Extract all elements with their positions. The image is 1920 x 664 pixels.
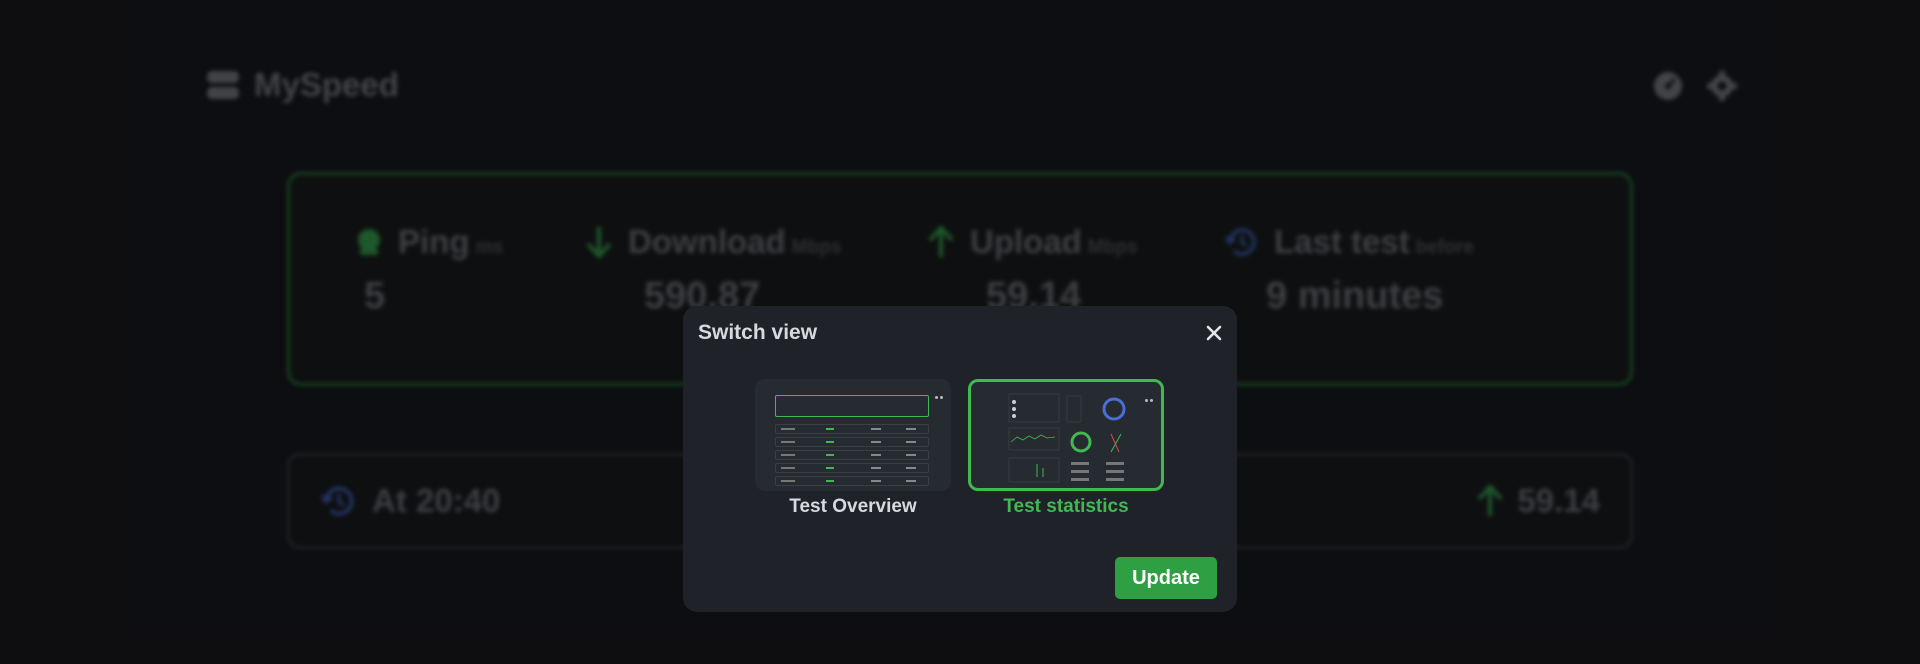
view-option-label: Test statistics bbox=[1003, 496, 1129, 517]
test-overview-thumbnail bbox=[755, 379, 951, 491]
test-statistics-thumbnail bbox=[968, 379, 1164, 491]
dialog-title: Switch view bbox=[698, 321, 818, 344]
switch-view-dialog: Switch view Test Overview Test statistic… bbox=[683, 306, 1237, 612]
close-icon[interactable] bbox=[1204, 323, 1224, 343]
view-option-label: Test Overview bbox=[789, 496, 917, 517]
view-option-test-overview[interactable]: Test Overview bbox=[755, 379, 951, 518]
view-option-test-statistics[interactable]: Test statistics bbox=[968, 379, 1164, 518]
update-button[interactable]: Update bbox=[1115, 557, 1217, 599]
